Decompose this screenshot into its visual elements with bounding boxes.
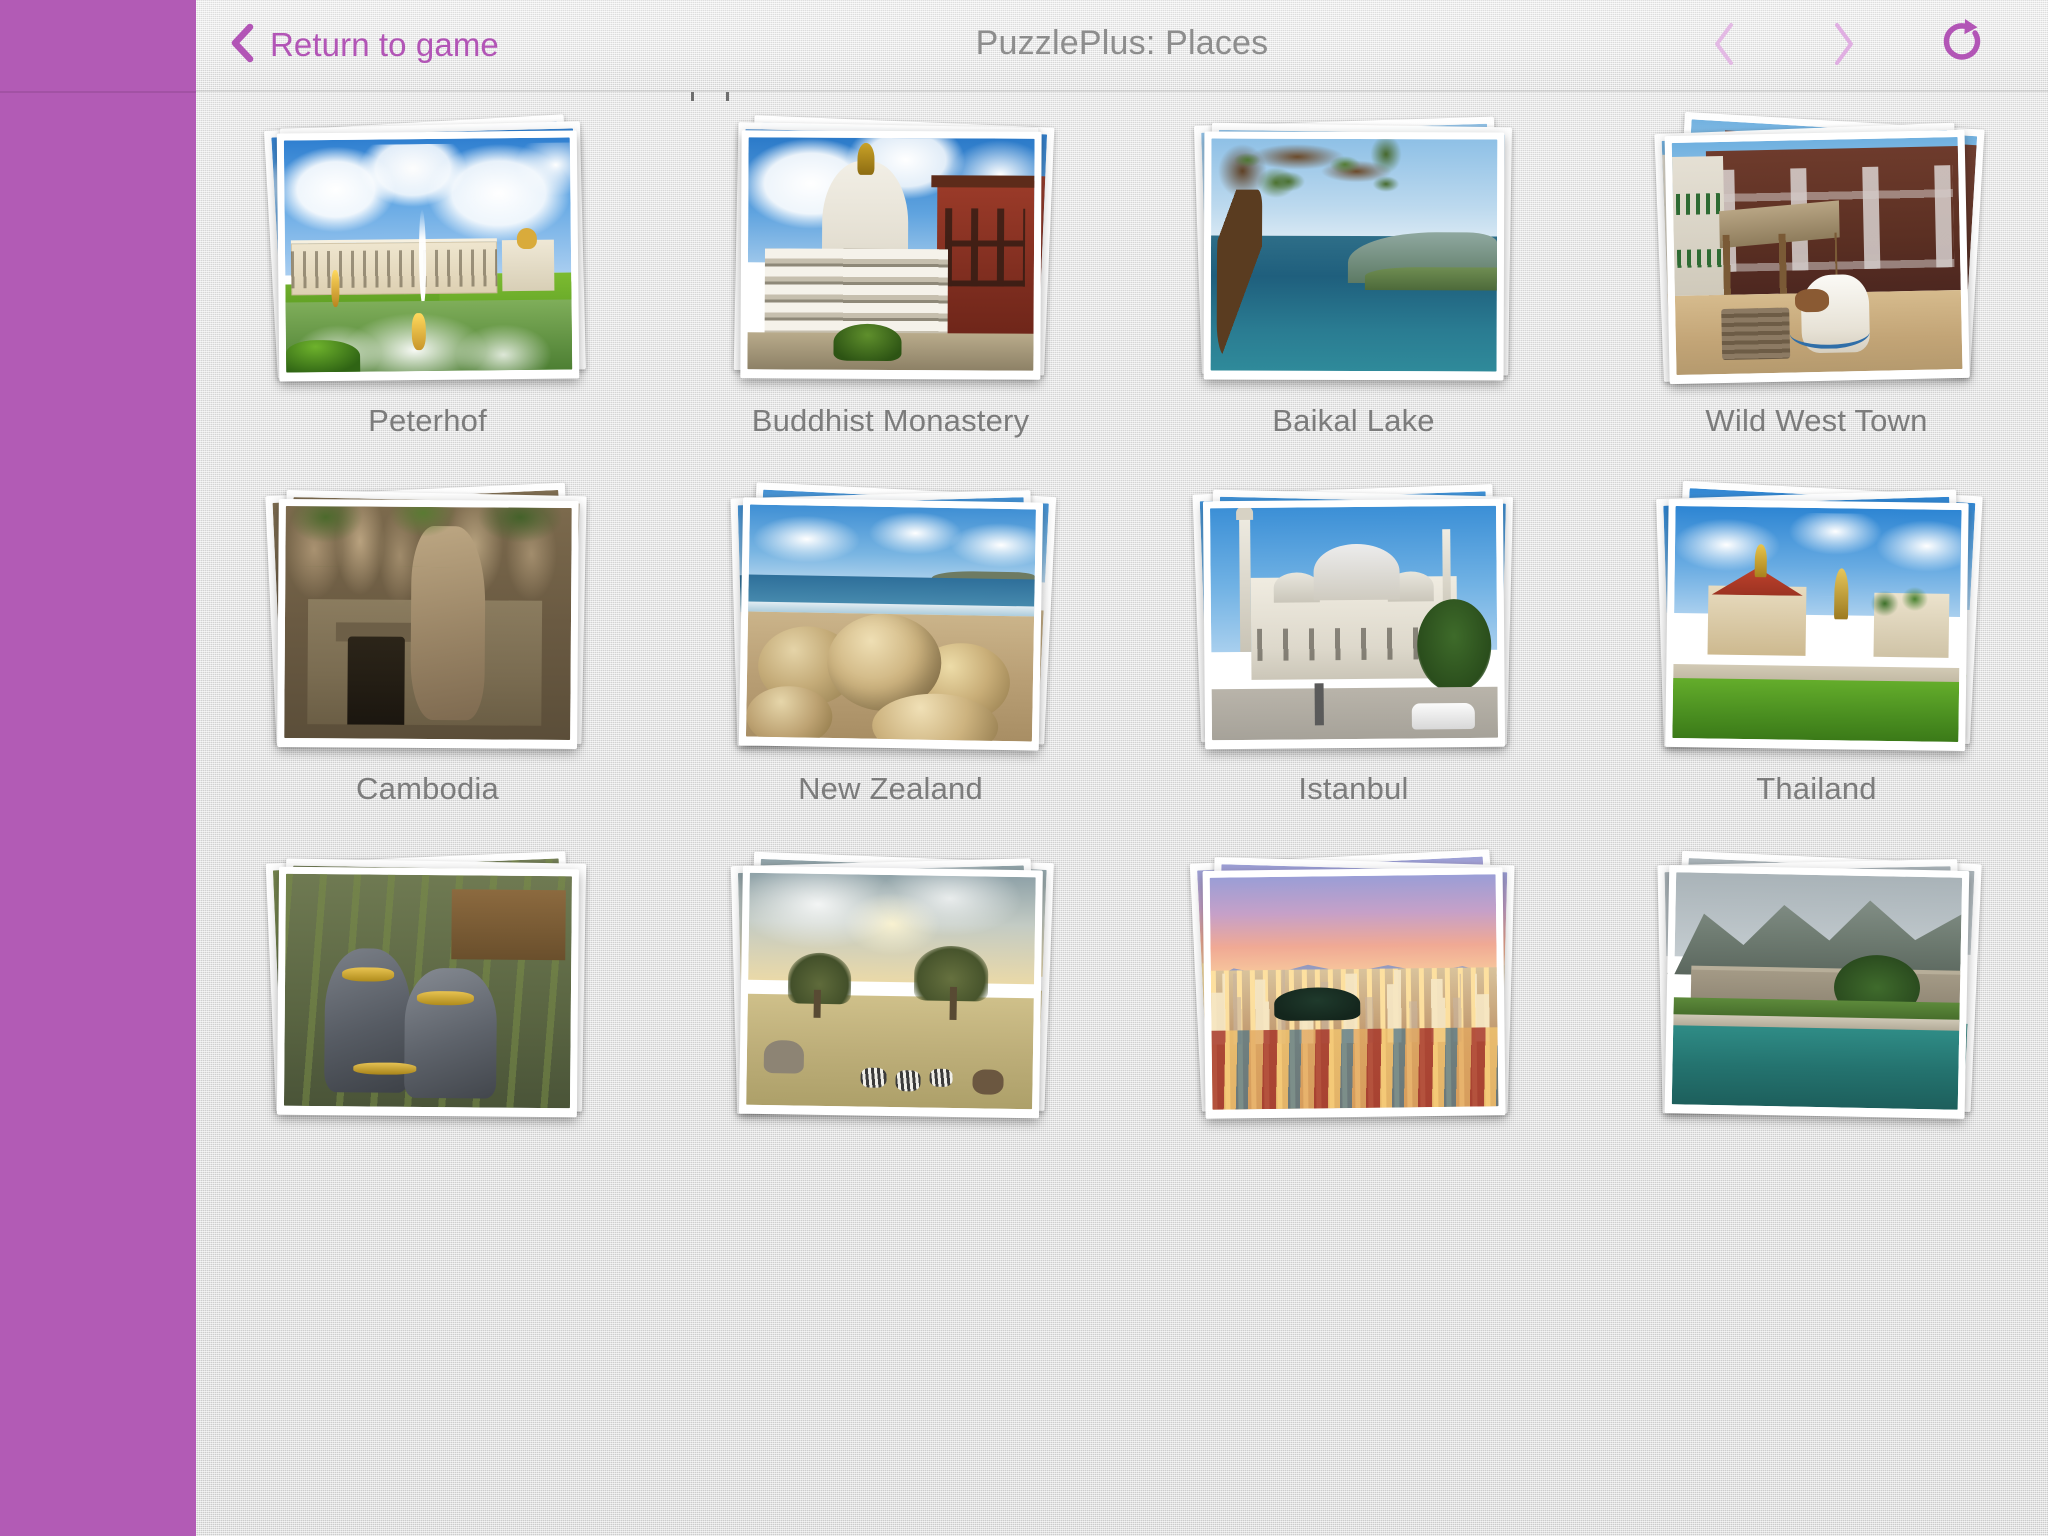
photo-stack[interactable] xyxy=(730,851,1054,1119)
chevron-right-icon xyxy=(1830,21,1858,72)
photo-card-front[interactable] xyxy=(1202,498,1505,750)
game-sidebar[interactable] xyxy=(0,0,196,1536)
puzzle-caption: Baikal Lake xyxy=(1272,403,1435,438)
return-to-game-label: Return to game xyxy=(270,26,499,63)
puzzle-caption: Cambodia xyxy=(356,771,499,806)
photo-stack[interactable] xyxy=(1656,850,1982,1119)
photo-card-front[interactable] xyxy=(276,498,579,750)
toolbar: Return to game PuzzlePlus: Places xyxy=(196,0,2048,92)
photo-card-front[interactable] xyxy=(276,130,579,382)
photo-card-front[interactable] xyxy=(1203,131,1504,381)
photo-card-front[interactable] xyxy=(738,497,1043,751)
sidebar-divider xyxy=(0,91,196,93)
puzzle-item-wild-west-town[interactable]: Wild West Town xyxy=(1585,111,2048,496)
puzzle-item-cambodia[interactable]: Cambodia xyxy=(196,482,659,864)
puzzle-item-row3-2[interactable] xyxy=(659,851,1122,1232)
refresh-button[interactable] xyxy=(1918,0,2010,92)
photo-stack[interactable] xyxy=(263,114,586,383)
gallery-row: Cambodia New Zealand Istanbul Thailand xyxy=(196,480,2048,864)
photo-stack[interactable] xyxy=(264,482,587,751)
navigation-controls xyxy=(1678,0,2010,92)
photo-card-front[interactable] xyxy=(1664,865,1969,1119)
chevron-left-icon xyxy=(1710,21,1738,72)
puzzle-grid: Peterhof Buddhist Monastery Baikal Lake … xyxy=(196,111,2048,1232)
previous-button[interactable] xyxy=(1678,0,1770,92)
photo-card-front[interactable] xyxy=(276,866,579,1118)
photo-card-front[interactable] xyxy=(1202,867,1506,1119)
photo-card-front[interactable] xyxy=(1664,498,1969,752)
puzzle-item-row3-1[interactable] xyxy=(196,851,659,1232)
scrolled-text-remnant xyxy=(196,92,2048,106)
puzzle-caption: Wild West Town xyxy=(1705,403,1928,438)
return-to-game-button[interactable]: Return to game xyxy=(229,14,499,76)
app-root: Return to game PuzzlePlus: Places Peterh… xyxy=(0,0,2048,1536)
puzzle-item-new-zealand[interactable]: New Zealand xyxy=(659,482,1122,864)
puzzle-item-buddhist-monastery[interactable]: Buddhist Monastery xyxy=(659,115,1122,496)
puzzle-item-istanbul[interactable]: Istanbul xyxy=(1122,484,1585,864)
puzzle-item-peterhof[interactable]: Peterhof xyxy=(196,114,659,496)
photo-stack[interactable] xyxy=(730,482,1056,751)
gallery-row xyxy=(196,849,2048,1232)
photo-stack[interactable] xyxy=(265,851,586,1119)
puzzle-item-baikal-lake[interactable]: Baikal Lake xyxy=(1122,116,1585,496)
gallery-pane: Return to game PuzzlePlus: Places Peterh… xyxy=(196,0,2048,1536)
puzzle-item-row3-3[interactable] xyxy=(1122,849,1585,1232)
next-button[interactable] xyxy=(1798,0,1890,92)
puzzle-caption: Istanbul xyxy=(1298,771,1409,806)
puzzle-caption: New Zealand xyxy=(798,771,983,806)
puzzle-caption: Peterhof xyxy=(368,403,487,438)
puzzle-item-row3-4[interactable] xyxy=(1585,850,2048,1232)
chevron-left-icon xyxy=(229,23,255,68)
photo-stack[interactable] xyxy=(1193,116,1512,383)
photo-stack[interactable] xyxy=(733,115,1054,383)
photo-card-front[interactable] xyxy=(738,865,1043,1119)
puzzle-caption: Thailand xyxy=(1756,771,1877,806)
gallery-row: Peterhof Buddhist Monastery Baikal Lake … xyxy=(196,111,2048,496)
photo-stack[interactable] xyxy=(1192,484,1513,751)
refresh-icon xyxy=(1941,18,1987,75)
photo-stack[interactable] xyxy=(1189,849,1514,1119)
photo-stack[interactable] xyxy=(1653,111,1985,385)
gallery-scroll-area[interactable]: Peterhof Buddhist Monastery Baikal Lake … xyxy=(196,92,2048,1536)
puzzle-item-thailand[interactable]: Thailand xyxy=(1585,480,2048,864)
puzzle-caption: Buddhist Monastery xyxy=(751,403,1030,438)
photo-stack[interactable] xyxy=(1655,480,1983,752)
photo-card-front[interactable] xyxy=(1664,129,1970,385)
photo-card-front[interactable] xyxy=(739,130,1042,380)
